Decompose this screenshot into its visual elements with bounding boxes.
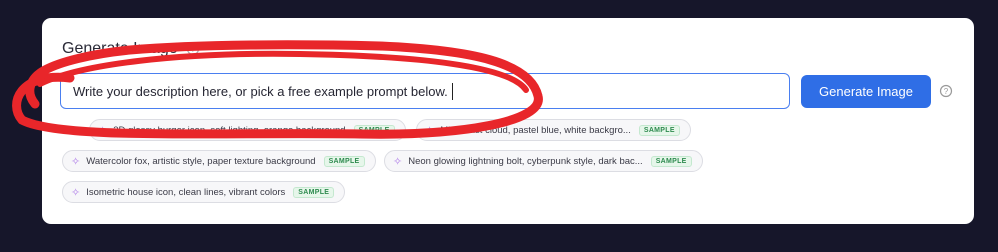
sample-badge: SAMPLE [353, 124, 395, 136]
info-icon[interactable]: ? [186, 42, 200, 56]
generate-image-button[interactable]: Generate Image [801, 75, 931, 108]
text-caret [451, 82, 453, 100]
example-chip[interactable]: ✧ Isometric house icon, clean lines, vib… [62, 181, 346, 203]
sample-badge: SAMPLE [293, 186, 335, 198]
prompt-text: Write your description here, or pick a f… [73, 83, 448, 99]
generate-image-card: Generate Image ? Write your description … [42, 18, 974, 224]
example-text: Minimalist cloud, pastel blue, white bac… [440, 124, 631, 136]
svg-text:?: ? [944, 87, 949, 96]
sample-badge: SAMPLE [650, 155, 692, 167]
example-text: 3D glossy burger icon, soft lighting, or… [113, 124, 346, 136]
try-label: TRY: [62, 126, 84, 136]
title-row: Generate Image ? [62, 40, 200, 58]
example-text: Watercolor fox, artistic style, paper te… [86, 155, 316, 167]
sparkle-icon: ✧ [393, 155, 403, 168]
sparkle-icon: ✧ [71, 186, 81, 199]
sample-badge: SAMPLE [323, 155, 365, 167]
sample-badge: SAMPLE [638, 124, 680, 136]
example-chip[interactable]: ✧ Neon glowing lightning bolt, cyberpunk… [384, 150, 703, 172]
example-chip[interactable]: ✧ Watercolor fox, artistic style, paper … [62, 150, 376, 172]
sparkle-icon: ✧ [98, 124, 108, 137]
example-chip[interactable]: ✧ Minimalist cloud, pastel blue, white b… [416, 119, 691, 141]
svg-text:?: ? [190, 45, 195, 54]
sparkle-icon: ✧ [71, 155, 81, 168]
help-icon[interactable]: ? [939, 84, 953, 98]
sparkle-icon: ✧ [425, 124, 435, 137]
example-text: Neon glowing lightning bolt, cyberpunk s… [408, 155, 643, 167]
prompt-input[interactable]: Write your description here, or pick a f… [60, 73, 790, 109]
example-chip[interactable]: ✧ 3D glossy burger icon, soft lighting, … [89, 119, 406, 141]
card-title: Generate Image [62, 40, 178, 57]
example-text: Isometric house icon, clean lines, vibra… [86, 186, 286, 198]
